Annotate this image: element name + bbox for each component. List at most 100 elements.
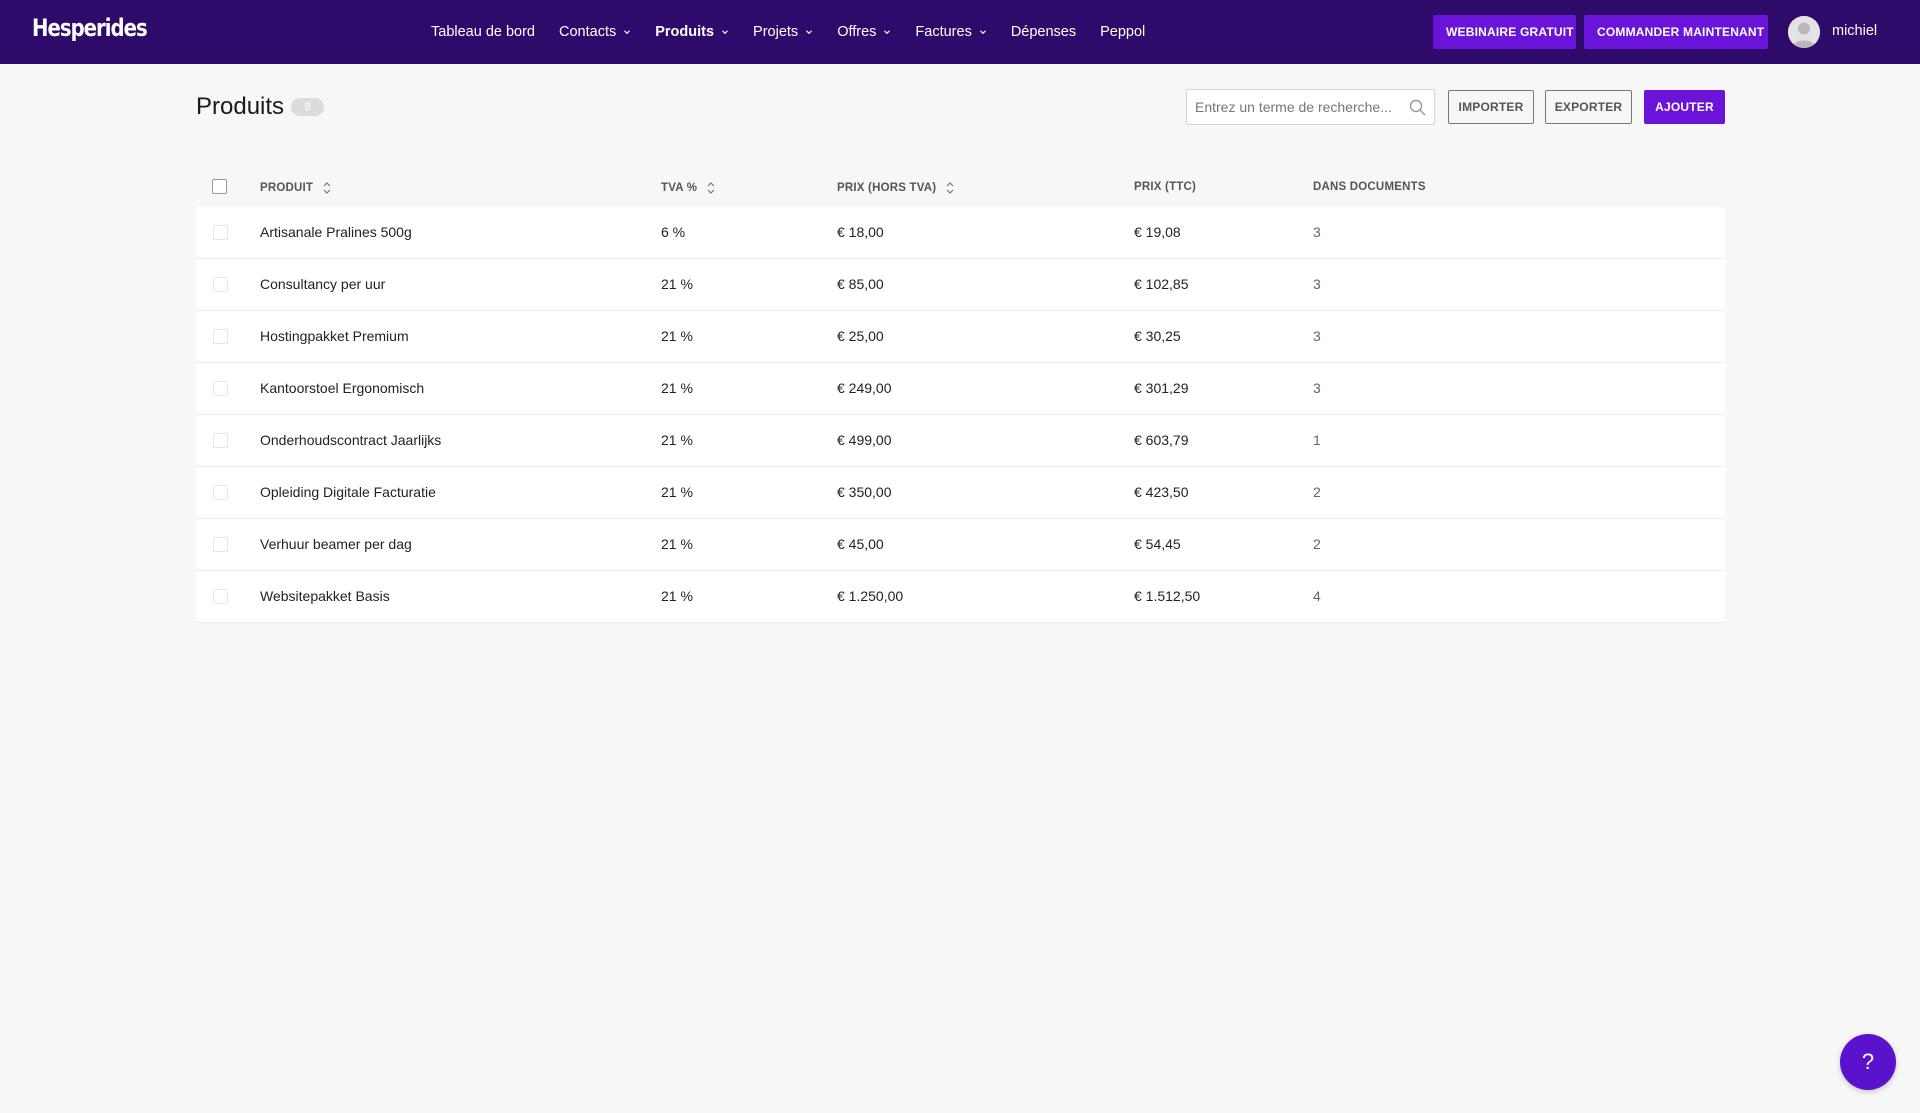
search-icon[interactable]: [1409, 99, 1426, 116]
row-checkbox[interactable]: [213, 485, 228, 500]
product-name-cell[interactable]: Websitepakket Basis: [260, 588, 390, 604]
table-row[interactable]: Kantoorstoel Ergonomisch 21 % € 249,00 € 30…: [196, 363, 1725, 415]
column-header-price-ht[interactable]: PRIX (HORS TVA): [837, 181, 954, 195]
nav-item-label: Projets: [753, 24, 799, 40]
table-body: Artisanale Pralines 500g 6 % € 18,00 € 19,0…: [196, 207, 1725, 623]
price-ht-cell: € 45,00: [837, 536, 884, 552]
table-row[interactable]: Verhuur beamer per dag 21 % € 45,00 € 54,45…: [196, 519, 1725, 571]
price-ht-cell: € 350,00: [837, 484, 892, 500]
add-button[interactable]: AJOUTER: [1644, 90, 1725, 124]
price-ttc-cell: € 30,25: [1134, 328, 1181, 344]
nav-item-produits[interactable]: Produits: [655, 24, 729, 40]
chevron-down-icon: [721, 28, 729, 36]
docs-count-cell: 3: [1313, 380, 1321, 396]
price-ht-cell: € 249,00: [837, 380, 892, 396]
product-name-cell[interactable]: Hostingpakket Premium: [260, 328, 409, 344]
price-ht-cell: € 1.250,00: [837, 588, 904, 604]
table-row[interactable]: Artisanale Pralines 500g 6 % € 18,00 € 19,0…: [196, 207, 1725, 259]
tva-cell: 21 %: [661, 484, 693, 500]
table-header: PRODUIT TVA % PRIX (HORS TVA) PRIX (TTC)…: [196, 167, 1725, 207]
top-navigation-bar: Hesperides Tableau de bord Contacts Produi…: [0, 0, 1920, 64]
row-checkbox[interactable]: [213, 329, 228, 344]
table-row[interactable]: Websitepakket Basis 21 % € 1.250,00 € 1.512…: [196, 571, 1725, 623]
column-header-product[interactable]: PRODUIT: [260, 181, 331, 195]
product-name-cell[interactable]: Artisanale Pralines 500g: [260, 224, 412, 240]
export-button[interactable]: EXPORTER: [1545, 90, 1632, 124]
nav-item-factures[interactable]: Factures: [915, 24, 986, 40]
row-checkbox[interactable]: [213, 537, 228, 552]
tva-cell: 21 %: [661, 536, 693, 552]
price-ttc-cell: € 423,50: [1134, 484, 1189, 500]
username[interactable]: michiel: [1832, 23, 1877, 39]
product-name-cell[interactable]: Onderhoudscontract Jaarlijks: [260, 432, 441, 448]
table-row[interactable]: Hostingpakket Premium 21 % € 25,00 € 30,25 3: [196, 311, 1725, 363]
price-ttc-cell: € 102,85: [1134, 276, 1189, 292]
nav-item-label: Produits: [655, 24, 715, 40]
column-header-tva[interactable]: TVA %: [661, 181, 715, 195]
page-title: Produits: [196, 93, 285, 120]
column-header-label: PRIX (HORS TVA): [837, 182, 937, 194]
app-logo[interactable]: Hesperides: [32, 14, 148, 42]
docs-count-cell: 3: [1313, 276, 1321, 292]
nav-item-projets[interactable]: Projets: [753, 24, 813, 40]
docs-count-cell: 2: [1313, 484, 1321, 500]
nav-item-label: Offres: [837, 24, 877, 40]
order-now-button[interactable]: COMMANDER MAINTENANT: [1584, 15, 1768, 49]
price-ht-cell: € 18,00: [837, 224, 884, 240]
price-ttc-cell: € 54,45: [1134, 536, 1181, 552]
search-box: [1186, 89, 1435, 125]
table-row[interactable]: Onderhoudscontract Jaarlijks 21 % € 499,00…: [196, 415, 1725, 467]
row-checkbox[interactable]: [213, 381, 228, 396]
column-header-price-ttc: PRIX (TTC): [1134, 181, 1197, 193]
search-input[interactable]: [1195, 90, 1400, 124]
row-checkbox[interactable]: [213, 589, 228, 604]
column-header-label: TVA %: [661, 182, 698, 194]
select-all-checkbox[interactable]: [212, 179, 227, 194]
tva-cell: 21 %: [661, 276, 693, 292]
nav-item-label: Contacts: [559, 24, 617, 40]
nav-item-tableau-de-bord[interactable]: Tableau de bord: [431, 24, 535, 40]
tva-cell: 21 %: [661, 380, 693, 396]
sort-icon[interactable]: [323, 181, 331, 195]
tva-cell: 6 %: [661, 224, 686, 240]
tva-cell: 21 %: [661, 328, 693, 344]
price-ht-cell: € 85,00: [837, 276, 884, 292]
docs-count-cell: 4: [1313, 588, 1321, 604]
table-row[interactable]: Consultancy per uur 21 % € 85,00 € 102,85 3: [196, 259, 1725, 311]
nav-item-contacts[interactable]: Contacts: [559, 24, 631, 40]
product-name-cell[interactable]: Opleiding Digitale Facturatie: [260, 484, 436, 500]
products-table: PRODUIT TVA % PRIX (HORS TVA) PRIX (TTC)…: [196, 167, 1725, 623]
product-count-badge: 8: [291, 98, 324, 116]
main-nav: Tableau de bord Contacts Produits Projets Of…: [431, 0, 1169, 64]
nav-item-offres[interactable]: Offres: [837, 24, 891, 40]
import-button[interactable]: IMPORTER: [1448, 90, 1534, 124]
price-ttc-cell: € 603,79: [1134, 432, 1189, 448]
column-header-label: PRODUIT: [260, 182, 314, 194]
chevron-down-icon: [979, 28, 987, 36]
tva-cell: 21 %: [661, 432, 693, 448]
column-header-docs: DANS DOCUMENTS: [1313, 181, 1426, 193]
nav-item-label: Peppol: [1100, 24, 1146, 40]
price-ttc-cell: € 301,29: [1134, 380, 1189, 396]
product-name-cell[interactable]: Verhuur beamer per dag: [260, 536, 412, 552]
chevron-down-icon: [883, 28, 891, 36]
chevron-down-icon: [623, 28, 631, 36]
price-ttc-cell: € 19,08: [1134, 224, 1181, 240]
row-checkbox[interactable]: [213, 277, 228, 292]
product-name-cell[interactable]: Consultancy per uur: [260, 276, 385, 292]
nav-item-peppol[interactable]: Peppol: [1100, 24, 1145, 40]
webinar-button[interactable]: WEBINAIRE GRATUIT: [1433, 15, 1576, 49]
sort-icon[interactable]: [707, 181, 715, 195]
row-checkbox[interactable]: [213, 225, 228, 240]
nav-item-d-penses[interactable]: Dépenses: [1011, 24, 1076, 40]
help-button[interactable]: ?: [1840, 1034, 1896, 1090]
docs-count-cell: 3: [1313, 328, 1321, 344]
table-row[interactable]: Opleiding Digitale Facturatie 21 % € 350,0…: [196, 467, 1725, 519]
row-checkbox[interactable]: [213, 433, 228, 448]
nav-item-label: Dépenses: [1010, 24, 1077, 40]
chevron-down-icon: [805, 28, 813, 36]
sort-icon[interactable]: [946, 181, 954, 195]
product-name-cell[interactable]: Kantoorstoel Ergonomisch: [260, 380, 424, 396]
user-avatar-icon[interactable]: [1788, 16, 1820, 48]
nav-item-label: Tableau de bord: [431, 24, 535, 40]
